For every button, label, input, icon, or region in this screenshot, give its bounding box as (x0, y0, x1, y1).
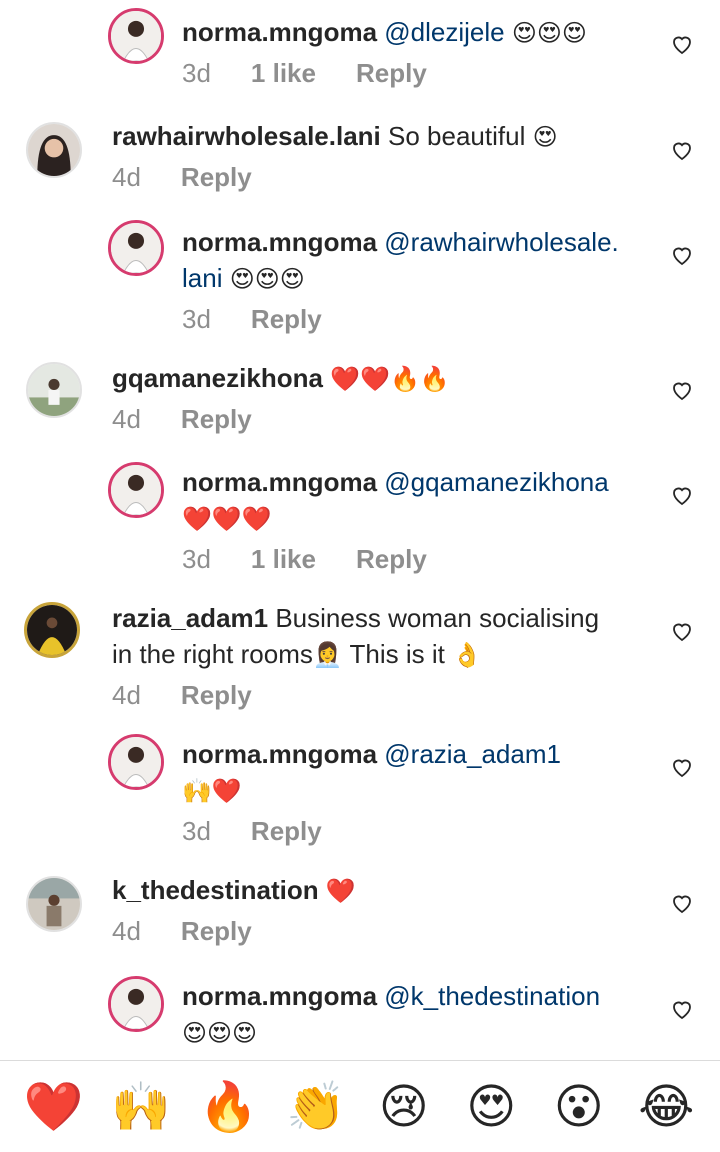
comment-username[interactable]: razia_adam1 (112, 603, 268, 633)
reaction-sad-button[interactable]: 😢 (372, 1075, 436, 1139)
comment-emoji: ❤️❤️❤️ (182, 505, 272, 533)
reply-button[interactable]: Reply (181, 404, 252, 435)
reaction-raising-hands-button[interactable]: 🙌 (109, 1075, 173, 1139)
comment-time: 3d (182, 58, 211, 88)
comment-emoji: 😍😍😍 (511, 19, 587, 47)
reply-button[interactable]: Reply (251, 816, 322, 847)
mention-link-cont[interactable]: lani (182, 263, 222, 293)
comment-time: 3d (182, 816, 211, 846)
reaction-heart-eyes-button[interactable]: 😍 (459, 1075, 523, 1139)
reaction-heart-button[interactable]: ❤️ (22, 1075, 86, 1139)
comment-time: 4d (112, 404, 141, 434)
mention-link[interactable]: @rawhairwholesale. (384, 227, 619, 257)
comment-text-end: This is it (349, 639, 445, 669)
likes-count[interactable]: 1 like (251, 544, 316, 575)
likes-count[interactable]: 1 like (251, 58, 316, 89)
comment-time: 4d (112, 916, 141, 946)
like-heart-icon[interactable] (670, 619, 694, 643)
mention-link[interactable]: @dlezijele (384, 17, 504, 47)
avatar-norma[interactable] (108, 976, 164, 1032)
comment-username[interactable]: k_thedestination (112, 875, 319, 905)
avatar-norma[interactable] (108, 462, 164, 518)
comment-emoji: 😍😍😍 (182, 1019, 258, 1047)
avatar-razia[interactable] (24, 602, 80, 658)
comment-time: 3d (182, 304, 211, 334)
comment-time: 4d (112, 680, 141, 710)
reaction-wow-button[interactable]: 😮 (547, 1075, 611, 1139)
comment-emoji: 😍😍😍 (229, 265, 305, 293)
comment-text: So beautiful (388, 121, 526, 151)
comment-username[interactable]: norma.mngoma (182, 227, 377, 257)
avatar-rawhair[interactable] (26, 122, 82, 178)
reply-button[interactable]: Reply (181, 162, 252, 193)
comment-username[interactable]: gqamanezikhona (112, 363, 323, 393)
comment-emoji: 🙌❤️ (182, 777, 242, 805)
avatar-norma[interactable] (108, 734, 164, 790)
reply-button[interactable]: Reply (181, 680, 252, 711)
reaction-fire-button[interactable]: 🔥 (197, 1075, 261, 1139)
comment-text-cont: in the right rooms (112, 639, 313, 669)
comment-username[interactable]: norma.mngoma (182, 739, 377, 769)
avatar-gqamanezikhona[interactable] (26, 362, 82, 418)
comment-username[interactable]: norma.mngoma (182, 981, 377, 1011)
like-heart-icon[interactable] (670, 997, 694, 1021)
mention-link[interactable]: @gqamanezikhona (384, 467, 608, 497)
like-heart-icon[interactable] (670, 891, 694, 915)
like-heart-icon[interactable] (670, 378, 694, 402)
comment-emoji: 😍 (532, 123, 558, 151)
avatar-k-thedestination[interactable] (26, 876, 82, 932)
comment-username[interactable]: norma.mngoma (182, 17, 377, 47)
like-heart-icon[interactable] (670, 243, 694, 267)
comment-emoji: ❤️ (325, 877, 356, 905)
comment-time: 3d (182, 544, 211, 574)
avatar-norma[interactable] (108, 220, 164, 276)
avatar-norma[interactable] (108, 8, 164, 64)
reply-button[interactable]: Reply (356, 58, 427, 89)
reaction-laugh-button[interactable]: 😂 (634, 1075, 698, 1139)
reply-button[interactable]: Reply (181, 916, 252, 947)
reply-button[interactable]: Reply (356, 544, 427, 575)
quick-reaction-bar: ❤️ 🙌 🔥 👏 😢 😍 😮 😂 (0, 1061, 720, 1152)
comment-emoji: ❤️❤️🔥🔥 (330, 365, 450, 393)
like-heart-icon[interactable] (670, 32, 694, 56)
reply-button[interactable]: Reply (251, 304, 322, 335)
comment-text: Business woman socialising (275, 603, 600, 633)
comment-emoji: 👩‍💼 (312, 641, 343, 669)
comment-username[interactable]: norma.mngoma (182, 467, 377, 497)
comment-username[interactable]: rawhairwholesale.lani (112, 121, 381, 151)
comment-time: 4d (112, 162, 141, 192)
like-heart-icon[interactable] (670, 755, 694, 779)
mention-link[interactable]: @k_thedestination (384, 981, 600, 1011)
like-heart-icon[interactable] (670, 483, 694, 507)
mention-link[interactable]: @razia_adam1 (384, 739, 561, 769)
like-heart-icon[interactable] (670, 138, 694, 162)
reaction-clap-button[interactable]: 👏 (284, 1075, 348, 1139)
comment-emoji-2: 👌 (452, 641, 482, 669)
